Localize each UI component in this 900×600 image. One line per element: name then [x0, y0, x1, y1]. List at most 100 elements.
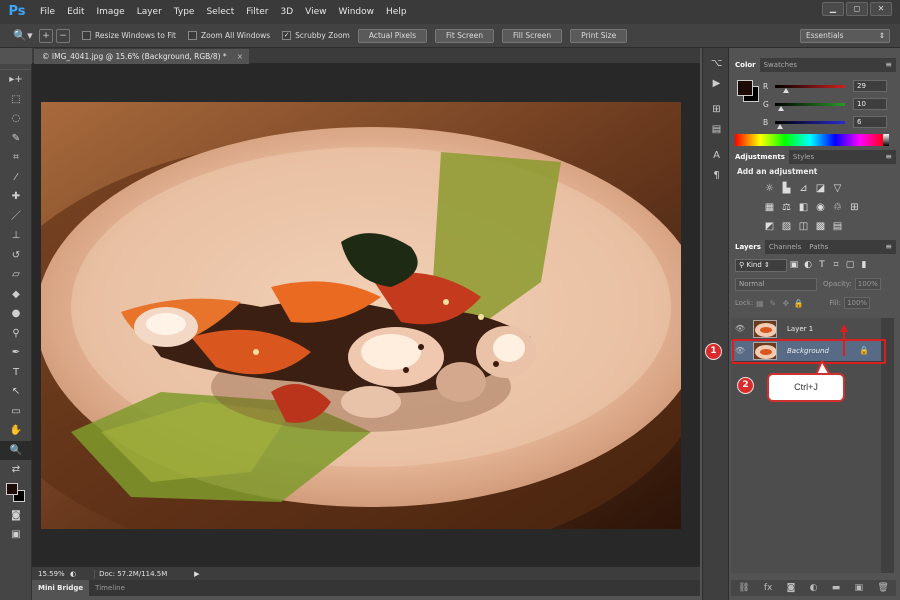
swap-colors-icon[interactable]: ⇄ [0, 460, 32, 480]
workspace-select[interactable]: Essentials ⇕ [800, 29, 890, 43]
channel-mixer-icon[interactable]: ♲ [831, 201, 844, 214]
eye-icon[interactable]: 👁 [731, 324, 749, 333]
quick-select-tool-icon[interactable]: ✎ [0, 129, 32, 149]
tab-layers[interactable]: Layers [731, 240, 765, 254]
color-balance-icon[interactable]: ⚖ [780, 201, 793, 214]
menu-layer[interactable]: Layer [131, 0, 168, 24]
clone-stamp-tool-icon[interactable]: ⊥ [0, 226, 32, 246]
character-panel-icon[interactable]: A [703, 146, 730, 166]
tab-color[interactable]: Color [731, 58, 760, 72]
blue-value[interactable]: 6 [853, 116, 887, 128]
panel-menu-icon[interactable]: ≡ [885, 58, 892, 72]
invert-icon[interactable]: ◩ [763, 220, 776, 233]
lock-position-icon[interactable]: ✥ [779, 299, 792, 308]
resize-windows-checkbox[interactable]: Resize Windows to Fit [82, 31, 176, 40]
crop-tool-icon[interactable]: ⌗ [0, 148, 32, 168]
threshold-icon[interactable]: ◫ [797, 220, 810, 233]
tab-channels[interactable]: Channels [765, 240, 805, 254]
layer-style-icon[interactable]: fx [764, 583, 773, 593]
tab-mini-bridge[interactable]: Mini Bridge [32, 580, 90, 596]
filter-shape-icon[interactable]: ⌗ [829, 260, 843, 270]
document-tab[interactable]: © IMG_4041.jpg @ 15.6% (Background, RGB/… [34, 49, 249, 64]
menu-filter[interactable]: Filter [240, 0, 274, 24]
link-layers-icon[interactable]: ⛓ [738, 583, 749, 593]
menu-image[interactable]: Image [91, 0, 131, 24]
path-selection-tool-icon[interactable]: ↖ [0, 382, 32, 402]
zoom-level-field[interactable]: 15.59% [32, 570, 70, 578]
close-icon[interactable]: × [237, 49, 243, 64]
red-slider[interactable] [775, 84, 845, 93]
trash-icon[interactable]: 🗑 [877, 583, 888, 593]
menu-file[interactable]: File [34, 0, 61, 24]
filter-adjustment-icon[interactable]: ◐ [801, 260, 815, 270]
kind-filter-select[interactable]: ⚲ Kind ⇕ [735, 258, 787, 272]
history-panel-icon[interactable]: ⌥ [703, 54, 730, 74]
screen-mode-icon[interactable]: ▣ [0, 525, 32, 545]
curves-icon[interactable]: ⊿ [797, 182, 810, 195]
panel-menu-icon[interactable]: ≡ [885, 240, 892, 254]
brush-tool-icon[interactable]: ／ [0, 207, 32, 227]
lock-all-icon[interactable]: 🔒 [792, 299, 805, 308]
blend-mode-select[interactable]: Normal [735, 277, 817, 291]
green-slider[interactable] [775, 102, 845, 111]
filter-type-icon[interactable]: T [815, 260, 829, 270]
layer-mask-icon[interactable]: ◙ [787, 583, 796, 593]
posterize-icon[interactable]: ▨ [780, 220, 793, 233]
tab-timeline[interactable]: Timeline [89, 580, 131, 596]
opacity-field[interactable]: 100% [854, 278, 881, 290]
color-lookup-icon[interactable]: ⊞ [848, 201, 861, 214]
menu-3d[interactable]: 3D [275, 0, 300, 24]
scrubby-zoom-checkbox[interactable]: ✓ Scrubby Zoom [282, 31, 350, 40]
document-image[interactable] [41, 102, 681, 529]
pen-tool-icon[interactable]: ✒ [0, 343, 32, 363]
eraser-tool-icon[interactable]: ▱ [0, 265, 32, 285]
fill-screen-button[interactable]: Fill Screen [501, 28, 563, 43]
zoom-out-button[interactable]: − [56, 28, 70, 43]
levels-icon[interactable]: ▙ [780, 182, 793, 195]
red-value[interactable]: 29 [853, 80, 887, 92]
menu-type[interactable]: Type [168, 0, 201, 24]
color-spectrum[interactable] [735, 134, 889, 146]
minimize-button[interactable]: ▁ [822, 2, 844, 16]
spectrum-bw[interactable] [883, 134, 889, 146]
paragraph-panel-icon[interactable]: ¶ [703, 166, 730, 186]
type-tool-icon[interactable]: T [0, 363, 32, 383]
lock-pixels-icon[interactable]: ✎ [766, 299, 779, 308]
checkbox-box[interactable] [187, 31, 197, 40]
slider-thumb[interactable] [777, 105, 784, 111]
black-white-icon[interactable]: ◧ [797, 201, 810, 214]
actions-panel-icon[interactable]: ▶ [703, 74, 730, 94]
eyedropper-tool-icon[interactable]: ⁄ [0, 168, 32, 188]
filter-smart-object-icon[interactable]: ▢ [843, 260, 857, 270]
tab-paths[interactable]: Paths [805, 240, 832, 254]
checkbox-box[interactable] [82, 31, 91, 40]
paint-bucket-tool-icon[interactable]: ◆ [0, 285, 32, 305]
zoom-tool-icon[interactable]: 🔍 [0, 440, 32, 460]
menu-select[interactable]: Select [200, 0, 240, 24]
tab-swatches[interactable]: Swatches [760, 58, 801, 72]
layer-name[interactable]: Layer 1 [787, 325, 813, 333]
info-panel-icon[interactable]: ▤ [703, 120, 730, 140]
checkbox-box-checked[interactable]: ✓ [282, 31, 292, 40]
fit-screen-button[interactable]: Fit Screen [434, 28, 494, 43]
canvas-area[interactable] [32, 64, 700, 566]
lasso-tool-icon[interactable]: ◌ [0, 109, 32, 129]
properties-panel-icon[interactable]: ⊞ [703, 100, 730, 120]
hue-saturation-icon[interactable]: ▦ [763, 201, 776, 214]
quick-mask-icon[interactable]: ◙ [0, 506, 32, 526]
healing-brush-tool-icon[interactable]: ✚ [0, 187, 32, 207]
blue-slider[interactable] [775, 120, 845, 129]
filter-toggle-icon[interactable]: ▮ [857, 260, 871, 270]
marquee-tool-icon[interactable]: ⬚ [0, 90, 32, 110]
new-layer-icon[interactable]: ▣ [855, 583, 864, 593]
move-tool-icon[interactable]: ▸+ [0, 70, 32, 90]
layer-thumbnail[interactable] [753, 319, 777, 338]
menu-window[interactable]: Window [333, 0, 381, 24]
fill-field[interactable]: 100% [844, 297, 871, 309]
filter-pixel-icon[interactable]: ▣ [787, 260, 801, 270]
zoom-all-windows-checkbox[interactable]: Zoom All Windows [187, 31, 270, 40]
print-size-button[interactable]: Print Size [570, 28, 628, 43]
green-value[interactable]: 10 [853, 98, 887, 110]
maximize-button[interactable]: ◻ [846, 2, 868, 16]
panel-menu-icon[interactable]: ≡ [885, 150, 892, 164]
